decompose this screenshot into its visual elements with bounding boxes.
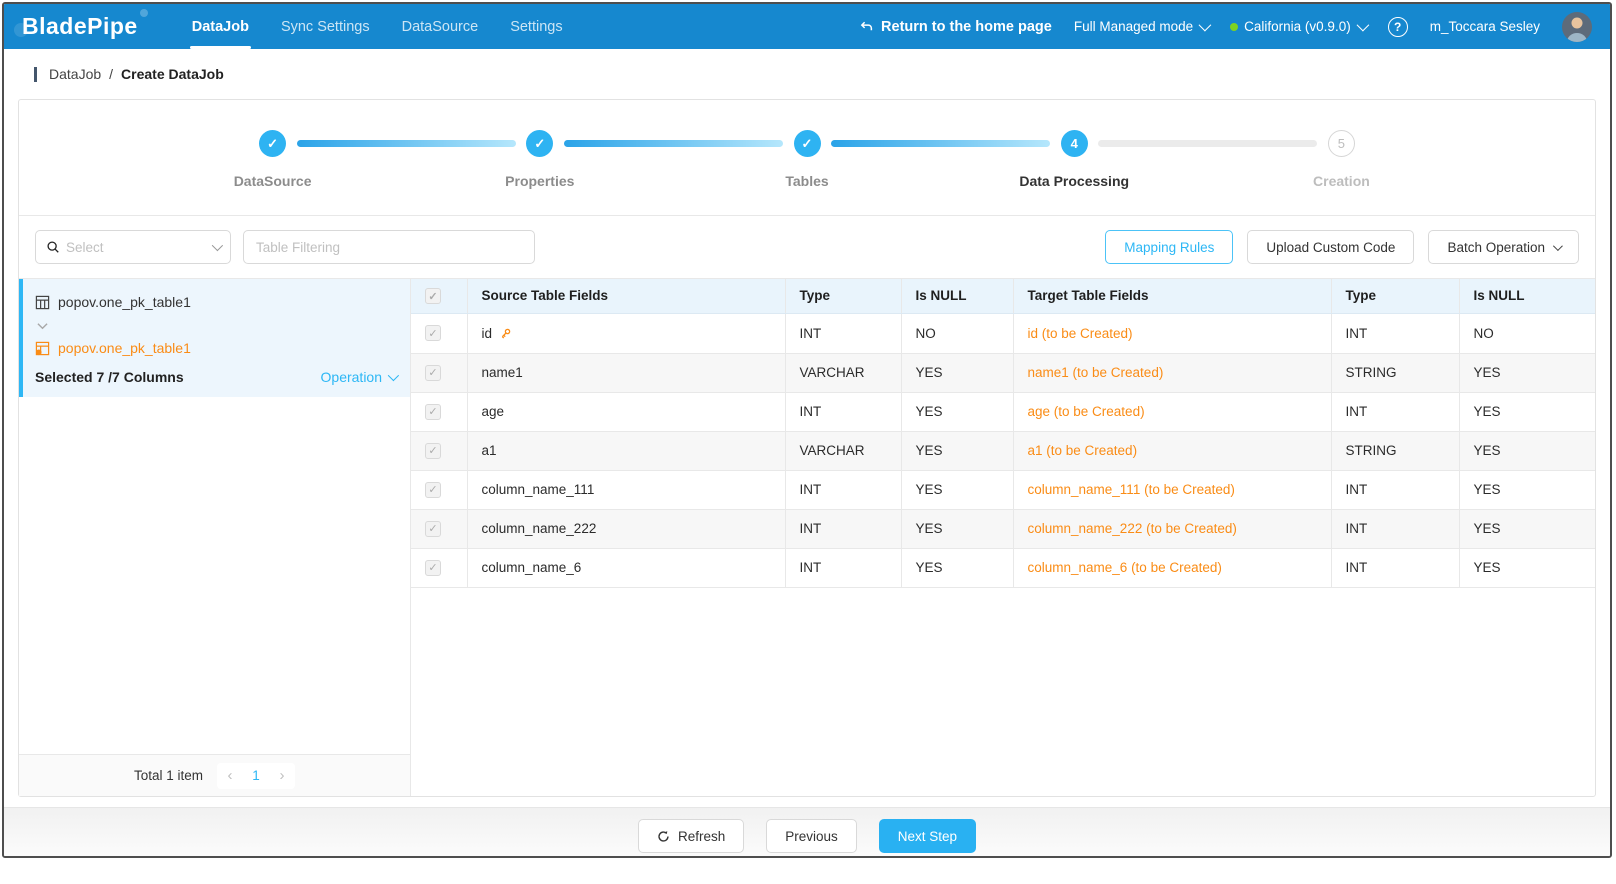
table-row: id INT NO id (to be Created) INT NO [411,313,1595,353]
breadcrumb: DataJob / Create DataJob [4,49,1610,99]
panel-empty-area [19,397,410,754]
breadcrumb-current: Create DataJob [121,66,224,82]
table-create-icon [35,341,50,356]
header-is-null: Is NULL [901,279,1013,313]
row-checkbox[interactable] [425,404,441,420]
target-field-link[interactable]: age (to be Created) [1013,392,1331,431]
row-checkbox[interactable] [425,560,441,576]
pagination-prev-icon[interactable]: ‹ [217,763,243,789]
step-number: 5 [1328,130,1355,157]
avatar-person-icon [1562,12,1592,42]
chevron-down-icon [388,370,399,381]
return-arrow-icon [859,19,874,34]
step-properties: Properties [406,130,673,189]
row-checkbox[interactable] [425,365,441,381]
select-all-checkbox[interactable] [425,288,441,304]
table-filtering-input[interactable] [243,230,535,264]
field-mapping-table: Source Table Fields Type Is NULL Target … [411,279,1595,796]
step-data-processing: 4 Data Processing [941,130,1208,189]
primary-key-icon [499,327,512,340]
step-check-icon [259,130,286,157]
username-label[interactable]: m_Toccara Sesley [1430,19,1540,34]
next-step-button[interactable]: Next Step [879,819,976,853]
upload-custom-code-button[interactable]: Upload Custom Code [1247,230,1414,264]
create-datajob-card: DataSource Properties Tables 4 Data Proc… [18,99,1596,797]
step-creation: 5 Creation [1208,130,1475,189]
step-check-icon [526,130,553,157]
pagination-page-1[interactable]: 1 [243,763,269,789]
batch-operation-dropdown[interactable]: Batch Operation [1428,230,1579,264]
breadcrumb-parent[interactable]: DataJob [49,66,101,82]
bladepipe-logo: BladePipe [22,13,138,40]
table-row: column_name_111 INT YES column_name_111 … [411,470,1595,509]
refresh-icon [657,830,670,843]
wizard-stepper: DataSource Properties Tables 4 Data Proc… [19,100,1595,215]
search-icon [46,240,60,254]
mapping-rules-button[interactable]: Mapping Rules [1105,230,1233,264]
app-window: BladePipe DataJob Sync Settings DataSour… [2,2,1612,858]
row-checkbox[interactable] [425,482,441,498]
table-header-row: Source Table Fields Type Is NULL Target … [411,279,1595,313]
refresh-button[interactable]: Refresh [638,819,744,853]
pagination-next-icon[interactable]: › [269,763,295,789]
table-row: a1 VARCHAR YES a1 (to be Created) STRING… [411,431,1595,470]
chevron-down-icon [1199,19,1212,32]
target-field-link[interactable]: a1 (to be Created) [1013,431,1331,470]
target-table-node[interactable]: popov.one_pk_table1 [35,337,396,359]
breadcrumb-separator: / [109,66,113,82]
target-field-link[interactable]: column_name_222 (to be Created) [1013,509,1331,548]
region-dropdown[interactable]: California (v0.9.0) [1230,19,1366,34]
panel-pagination: Total 1 item ‹ 1 › [19,754,410,796]
table-row: column_name_6 INT YES column_name_6 (to … [411,548,1595,587]
chevron-down-icon [1553,241,1563,251]
return-home-link[interactable]: Return to the home page [859,19,1052,35]
header-type: Type [785,279,901,313]
operation-dropdown[interactable]: Operation [321,369,396,385]
nav-tab-sync-settings[interactable]: Sync Settings [267,4,384,49]
table-toolbar: Select Mapping Rules Upload Custom Code … [19,216,1595,278]
target-field-link[interactable]: column_name_111 (to be Created) [1013,470,1331,509]
chevron-down-icon [212,240,223,251]
row-checkbox[interactable] [425,325,441,341]
selected-table-item[interactable]: popov.one_pk_table1 popov.one_pk_table1 … [19,279,410,397]
wizard-footer: Refresh Previous Next Step [4,807,1610,858]
table-list-panel: popov.one_pk_table1 popov.one_pk_table1 … [19,279,411,796]
table-row: column_name_222 INT YES column_name_222 … [411,509,1595,548]
tree-expand-caret[interactable] [37,317,396,335]
help-icon[interactable]: ? [1388,17,1408,37]
table-row: name1 VARCHAR YES name1 (to be Created) … [411,353,1595,392]
header-target-type: Type [1331,279,1459,313]
step-number: 4 [1061,130,1088,157]
header-target-fields: Target Table Fields [1013,279,1331,313]
nav-tab-settings[interactable]: Settings [496,4,576,49]
selected-columns-summary: Selected 7 /7 Columns [35,369,184,385]
previous-button[interactable]: Previous [766,819,857,853]
chevron-down-icon [1356,19,1369,32]
table-grid-icon [35,295,50,310]
managed-mode-dropdown[interactable]: Full Managed mode [1074,19,1208,34]
row-checkbox[interactable] [425,521,441,537]
step-tables: Tables [673,130,940,189]
total-items-label: Total 1 item [134,768,203,783]
header-target-null: Is NULL [1459,279,1595,313]
table-row: age INT YES age (to be Created) INT YES [411,392,1595,431]
breadcrumb-accent-bar [34,67,37,82]
main-nav: DataJob Sync Settings DataSource Setting… [178,4,577,49]
column-select-dropdown[interactable]: Select [35,230,231,264]
step-datasource: DataSource [139,130,406,189]
target-field-link[interactable]: column_name_6 (to be Created) [1013,548,1331,587]
nav-tab-datasource[interactable]: DataSource [388,4,493,49]
status-dot-icon [1230,23,1238,31]
target-field-link[interactable]: id (to be Created) [1013,313,1331,353]
header-source-fields: Source Table Fields [467,279,785,313]
top-navbar: BladePipe DataJob Sync Settings DataSour… [4,4,1610,49]
target-field-link[interactable]: name1 (to be Created) [1013,353,1331,392]
row-checkbox[interactable] [425,443,441,459]
nav-tab-datajob[interactable]: DataJob [178,4,263,49]
source-table-node[interactable]: popov.one_pk_table1 [35,291,396,313]
user-avatar[interactable] [1562,12,1592,42]
step-check-icon [794,130,821,157]
